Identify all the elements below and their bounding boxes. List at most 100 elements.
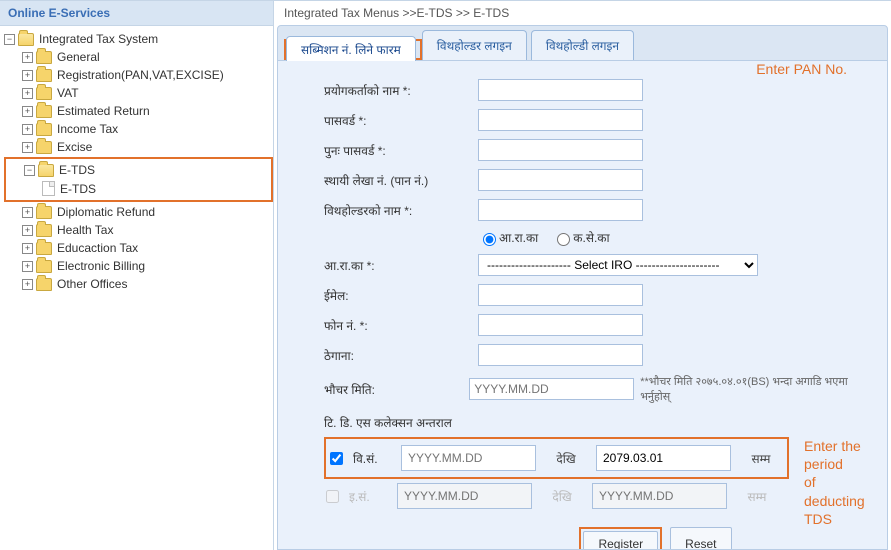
tree-label: VAT <box>57 86 79 100</box>
register-button[interactable]: Register <box>583 531 658 550</box>
radio-tso-input[interactable] <box>557 233 570 246</box>
tree-label: Estimated Return <box>57 104 150 118</box>
collapse-icon[interactable] <box>4 34 15 45</box>
expand-icon[interactable] <box>22 70 33 81</box>
tab-bar: सब्मिशन नं. लिने फारम विथहोल्डर लगइन विथ… <box>277 25 888 61</box>
tree-item-etds[interactable]: E-TDS <box>6 161 271 179</box>
input-address[interactable] <box>478 344 643 366</box>
document-icon <box>42 181 55 196</box>
expand-icon[interactable] <box>22 279 33 290</box>
radio-tso-label: क.से.का <box>573 229 609 246</box>
tree-item-electronic-billing[interactable]: Electronic Billing <box>4 257 273 275</box>
tree-item-income-tax[interactable]: Income Tax <box>4 120 273 138</box>
period-section: Enter the period of deducting TDS वि.सं.… <box>324 437 867 513</box>
label-from-ad: देखि <box>540 488 584 505</box>
button-row: Register Reset <box>444 527 867 550</box>
tree-label: Income Tax <box>57 122 118 136</box>
label-address: ठेगाना: <box>324 347 478 364</box>
expand-icon[interactable] <box>22 142 33 153</box>
tab-highlight-box: सब्मिशन नं. लिने फारम <box>284 39 422 60</box>
label-interval: टि. डि. एस कलेक्सन अन्तराल <box>324 414 867 431</box>
folder-icon <box>36 206 52 219</box>
input-bs-from[interactable] <box>401 445 536 471</box>
folder-icon <box>36 69 52 82</box>
label-ad: इ.सं. <box>349 488 389 505</box>
checkbox-bs[interactable] <box>330 452 343 465</box>
tree-item-diplomatic[interactable]: Diplomatic Refund <box>4 203 273 221</box>
label-from: देखि <box>544 450 588 467</box>
breadcrumb: Integrated Tax Menus >>E-TDS >> E-TDS <box>274 1 891 25</box>
collapse-icon[interactable] <box>24 165 35 176</box>
tree-label: E-TDS <box>59 163 95 177</box>
reset-button[interactable]: Reset <box>670 527 731 550</box>
folder-icon <box>36 242 52 255</box>
input-password[interactable] <box>478 109 643 131</box>
expand-icon[interactable] <box>22 261 33 272</box>
folder-icon <box>38 164 54 177</box>
annotation-period: Enter the period of deducting TDS <box>804 437 867 528</box>
navigation-tree: Integrated Tax System General Registrati… <box>0 26 273 297</box>
folder-icon <box>36 224 52 237</box>
tree-item-etds-child[interactable]: E-TDS <box>6 179 271 198</box>
expand-icon[interactable] <box>22 52 33 63</box>
folder-icon <box>36 105 52 118</box>
voucher-note: **भौचर मिति २०७५.०४.०१(BS) भन्दा अगाडि भ… <box>640 374 867 404</box>
tree-item-vat[interactable]: VAT <box>4 84 273 102</box>
tree-label: Health Tax <box>57 223 113 237</box>
expand-icon[interactable] <box>22 124 33 135</box>
input-phone[interactable] <box>478 314 643 336</box>
label-bs: वि.सं. <box>353 450 393 467</box>
sidebar-header: Online E-Services <box>0 1 273 26</box>
input-username[interactable] <box>478 79 643 101</box>
tree-item-excise[interactable]: Excise <box>4 138 273 156</box>
tree-root[interactable]: Integrated Tax System <box>4 30 273 48</box>
annotation-pan: Enter PAN No. <box>756 61 847 77</box>
tree-item-other-offices[interactable]: Other Offices <box>4 275 273 293</box>
tree-item-registration[interactable]: Registration(PAN,VAT,EXCISE) <box>4 66 273 84</box>
folder-icon <box>18 33 34 46</box>
input-ad-from <box>397 483 532 509</box>
tree-label: Registration(PAN,VAT,EXCISE) <box>57 68 224 82</box>
folder-icon <box>36 278 52 291</box>
folder-icon <box>36 260 52 273</box>
tab-withholdee-login[interactable]: विथहोल्डी लगइन <box>531 30 634 60</box>
label-password: पासवर्ड *: <box>324 112 478 129</box>
tab-withholder-login[interactable]: विथहोल्डर लगइन <box>422 30 527 60</box>
input-ad-to <box>592 483 727 509</box>
label-repassword: पुनः पासवर्ड *: <box>324 142 478 159</box>
input-repassword[interactable] <box>478 139 643 161</box>
radio-iro-input[interactable] <box>483 233 496 246</box>
folder-icon <box>36 51 52 64</box>
select-iro[interactable]: --------------------- Select IRO -------… <box>478 254 758 276</box>
label-username: प्रयोगकर्ताको नाम *: <box>324 82 478 99</box>
checkbox-ad <box>326 490 339 503</box>
tree-item-general[interactable]: General <box>4 48 273 66</box>
label-to-ad: सम्म <box>735 488 779 505</box>
tree-label: E-TDS <box>60 182 96 196</box>
tree-item-estimated-return[interactable]: Estimated Return <box>4 102 273 120</box>
tree-item-health-tax[interactable]: Health Tax <box>4 221 273 239</box>
input-pan[interactable] <box>478 169 643 191</box>
expand-icon[interactable] <box>22 225 33 236</box>
input-withholder[interactable] <box>478 199 643 221</box>
tree-label: General <box>57 50 100 64</box>
tree-label: Excise <box>57 140 92 154</box>
expand-icon[interactable] <box>22 207 33 218</box>
tree-label: Educaction Tax <box>57 241 138 255</box>
form-area: Enter PAN No. प्रयोगकर्ताको नाम *: पासवर… <box>277 61 888 550</box>
tab-submission-form[interactable]: सब्मिशन नं. लिने फारम <box>286 36 416 63</box>
label-iro: आ.रा.का *: <box>324 257 478 274</box>
expand-icon[interactable] <box>22 88 33 99</box>
label-phone: फोन नं. *: <box>324 317 478 334</box>
input-bs-to[interactable] <box>596 445 731 471</box>
tree-label: Electronic Billing <box>57 259 145 273</box>
expand-icon[interactable] <box>22 106 33 117</box>
tree-label: Other Offices <box>57 277 127 291</box>
input-email[interactable] <box>478 284 643 306</box>
input-voucher-date[interactable] <box>469 378 634 400</box>
radio-iro[interactable]: आ.रा.का <box>478 229 538 246</box>
tree-item-education-tax[interactable]: Educaction Tax <box>4 239 273 257</box>
period-highlight-box: वि.सं. देखि सम्म <box>324 437 789 479</box>
radio-tso[interactable]: क.से.का <box>552 229 609 246</box>
expand-icon[interactable] <box>22 243 33 254</box>
